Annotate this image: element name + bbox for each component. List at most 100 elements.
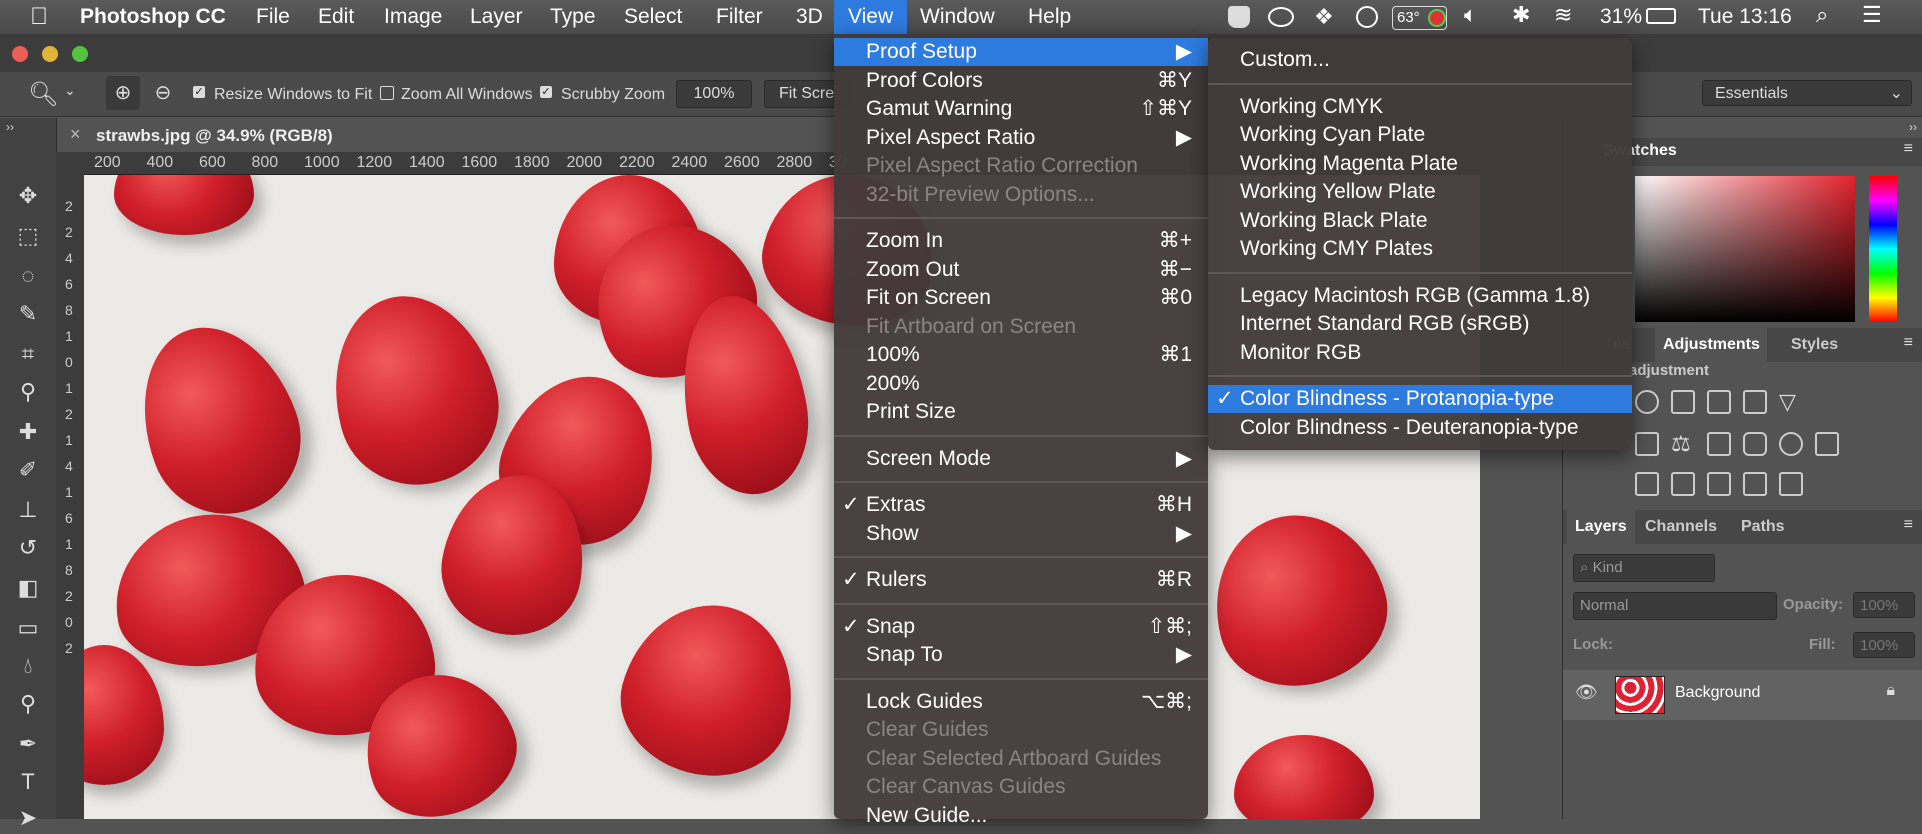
hue-slider[interactable] xyxy=(1869,176,1897,322)
menu-filter[interactable]: Filter xyxy=(702,0,777,34)
menu-select[interactable]: Select xyxy=(610,0,696,34)
proof-setup-item[interactable]: Legacy Macintosh RGB (Gamma 1.8) xyxy=(1208,282,1632,310)
clock[interactable]: Tue 13:16 xyxy=(1698,0,1792,34)
minimize-window-button[interactable] xyxy=(42,46,58,62)
zoom-window-button[interactable] xyxy=(72,46,88,62)
view-menu-item[interactable]: Zoom Out ⌘− xyxy=(834,256,1208,284)
view-menu-item[interactable]: Zoom In ⌘+ xyxy=(834,227,1208,255)
quick-selection-tool-icon[interactable]: ✎ xyxy=(12,298,44,330)
layer-kind-filter[interactable]: ⌕ Kind xyxy=(1573,554,1715,582)
proof-setup-item[interactable]: Working Magenta Plate xyxy=(1208,150,1632,178)
photo-filter-icon[interactable] xyxy=(1743,432,1767,456)
proof-setup-item[interactable]: Color Blindness - Deuteranopia-type xyxy=(1208,414,1632,442)
color-picker-field[interactable] xyxy=(1635,176,1855,322)
workspace-select[interactable]: Essentials ⌄ xyxy=(1702,80,1912,106)
view-menu-item[interactable]: Print Size xyxy=(834,398,1208,426)
spotlight-search-icon[interactable]: ⌕ xyxy=(1816,2,1828,28)
view-menu-item[interactable]: ✓ Snap ⇧⌘; xyxy=(834,613,1208,641)
move-tool-icon[interactable]: ✥ xyxy=(12,180,44,212)
menu-file[interactable]: File xyxy=(242,0,304,34)
battery-icon[interactable] xyxy=(1646,8,1676,24)
proof-setup-item[interactable]: ✓ Color Blindness - Protanopia-type xyxy=(1208,385,1632,413)
notification-center-icon[interactable]: ☰ xyxy=(1862,2,1882,28)
menu-window[interactable]: Window xyxy=(906,0,1009,34)
tab-paths[interactable]: Paths xyxy=(1741,518,1785,536)
posterize-icon[interactable] xyxy=(1671,472,1695,496)
proof-setup-item[interactable]: Working Cyan Plate xyxy=(1208,121,1632,149)
bluetooth-icon[interactable]: ✱ xyxy=(1512,2,1530,28)
zoom-out-icon[interactable]: ⊖ xyxy=(146,76,180,110)
menu-layer[interactable]: Layer xyxy=(456,0,537,34)
fill-input[interactable]: 100% xyxy=(1853,632,1915,658)
healing-brush-tool-icon[interactable]: ✚ xyxy=(12,416,44,448)
vertical-ruler[interactable]: 224681012141618202 xyxy=(56,174,84,819)
zoom-tool-preset-icon[interactable]: 🔍︎ xyxy=(28,80,58,109)
proof-setup-item[interactable]: Monitor RGB xyxy=(1208,339,1632,367)
view-menu-item[interactable]: 200% xyxy=(834,370,1208,398)
exposure-icon[interactable] xyxy=(1743,390,1767,414)
menu-edit[interactable]: Edit xyxy=(304,0,368,34)
collapse-panels-icon[interactable]: ›› xyxy=(1909,120,1917,134)
menu-image[interactable]: Image xyxy=(370,0,456,34)
view-menu-item[interactable]: New Guide... xyxy=(834,802,1208,830)
threshold-icon[interactable] xyxy=(1707,472,1731,496)
color-balance-icon[interactable]: ⚖ xyxy=(1671,432,1695,456)
chevron-down-icon[interactable]: ⌄ xyxy=(64,82,76,99)
vibrance-icon[interactable]: ▽ xyxy=(1779,390,1803,414)
proof-setup-item[interactable]: Custom... xyxy=(1208,46,1632,74)
blend-mode-select[interactable]: Normal xyxy=(1573,592,1777,620)
black-white-icon[interactable] xyxy=(1707,432,1731,456)
zoom-all-checkbox[interactable] xyxy=(380,86,394,100)
zoom-percent-button[interactable]: 100% xyxy=(676,80,752,108)
blur-tool-icon[interactable]: 💧︎ xyxy=(12,650,44,682)
proof-setup-item[interactable]: Working CMYK xyxy=(1208,93,1632,121)
proof-setup-item[interactable]: Working Yellow Plate xyxy=(1208,178,1632,206)
view-menu-item[interactable]: Snap To ▶ xyxy=(834,641,1208,669)
document-tab[interactable]: × strawbs.jpg @ 34.9% (RGB/8) xyxy=(60,120,340,150)
view-menu-item[interactable]: ✓ Rulers ⌘R xyxy=(834,566,1208,594)
channel-mixer-icon[interactable] xyxy=(1779,432,1803,456)
close-window-button[interactable] xyxy=(12,46,28,62)
levels-icon[interactable] xyxy=(1671,390,1695,414)
ruler-origin[interactable] xyxy=(56,152,84,174)
scrubby-zoom-checkbox[interactable]: ✓ xyxy=(540,86,552,98)
expand-panel-icon[interactable]: ›› xyxy=(6,120,14,134)
lasso-tool-icon[interactable]: ◌ xyxy=(12,260,44,292)
view-menu-item[interactable]: Pixel Aspect Ratio ▶ xyxy=(834,124,1208,152)
menu-view[interactable]: View xyxy=(834,0,908,34)
crop-tool-icon[interactable]: ⌗ xyxy=(12,338,44,370)
tab-layers[interactable]: Layers xyxy=(1575,518,1627,536)
panel-menu-icon[interactable]: ≡ xyxy=(1904,334,1913,352)
panel-menu-icon[interactable]: ≡ xyxy=(1904,140,1913,158)
gradient-map-icon[interactable] xyxy=(1779,472,1803,496)
stamp-tool-icon[interactable]: ⊥ xyxy=(12,494,44,526)
view-menu-item[interactable]: ✓ Extras ⌘H xyxy=(834,491,1208,519)
path-selection-tool-icon[interactable]: ➤ xyxy=(12,802,44,834)
pen-tool-icon[interactable]: ✒ xyxy=(12,728,44,760)
tab-styles[interactable]: Styles xyxy=(1791,336,1838,354)
resize-windows-checkbox[interactable]: ✓ xyxy=(193,86,205,98)
opacity-input[interactable]: 100% xyxy=(1853,592,1915,618)
dropbox-icon[interactable]: ❖ xyxy=(1314,4,1334,30)
visibility-eye-icon[interactable]: 👁︎ xyxy=(1575,682,1598,703)
view-menu-item[interactable]: Proof Colors ⌘Y xyxy=(834,67,1208,95)
brightness-icon[interactable] xyxy=(1635,390,1659,414)
proof-setup-item[interactable]: Internet Standard RGB (sRGB) xyxy=(1208,310,1632,338)
lock-status-icon[interactable] xyxy=(1228,6,1250,28)
tab-channels[interactable]: Channels xyxy=(1645,518,1717,536)
volume-icon[interactable]: 🔈︎ xyxy=(1464,2,1477,28)
close-tab-icon[interactable]: × xyxy=(70,124,81,145)
creative-cloud-icon[interactable] xyxy=(1268,7,1294,27)
hue-saturation-icon[interactable] xyxy=(1635,432,1659,456)
history-brush-tool-icon[interactable]: ↺ xyxy=(12,532,44,564)
eyedropper-tool-icon[interactable]: ⚲ xyxy=(12,376,44,408)
sync-icon[interactable] xyxy=(1356,6,1378,28)
eraser-tool-icon[interactable]: ◧ xyxy=(12,572,44,604)
selective-color-icon[interactable] xyxy=(1743,472,1767,496)
zoom-in-icon[interactable]: ⊕ xyxy=(106,76,140,110)
curves-icon[interactable] xyxy=(1707,390,1731,414)
brush-tool-icon[interactable]: ✐ xyxy=(12,454,44,486)
menu-help[interactable]: Help xyxy=(1014,0,1085,34)
proof-setup-item[interactable]: Working Black Plate xyxy=(1208,207,1632,235)
view-menu-item[interactable]: Screen Mode ▶ xyxy=(834,445,1208,473)
